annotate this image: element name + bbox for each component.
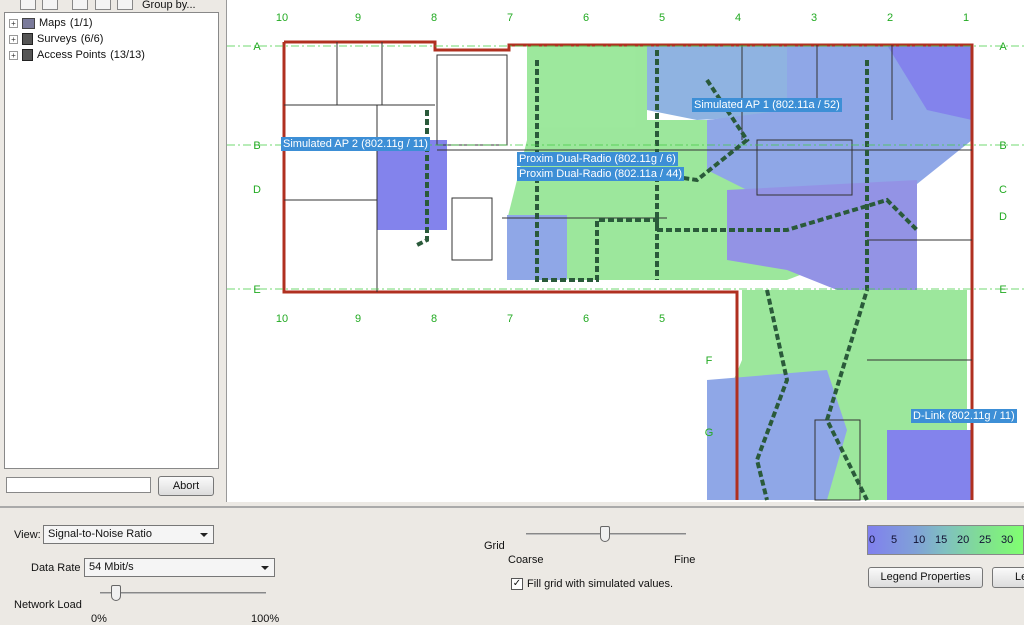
legend-tick: 20 bbox=[957, 534, 970, 546]
view-select[interactable]: Signal-to-Noise Ratio bbox=[43, 525, 214, 544]
ap-label[interactable]: D-Link (802.11g / 11) bbox=[911, 409, 1017, 423]
legend-tick: 25 bbox=[979, 534, 992, 546]
grid-axis-label: 7 bbox=[507, 12, 513, 24]
ap-label[interactable]: Proxim Dual-Radio (802.11g / 6) bbox=[517, 152, 678, 166]
grid-axis-label: 6 bbox=[583, 313, 589, 325]
grid-axis-label: 9 bbox=[355, 12, 361, 24]
grid-fine-label: Fine bbox=[674, 554, 696, 566]
tree-item-maps[interactable]: + Maps (1/1) bbox=[9, 15, 93, 31]
folder-icon bbox=[22, 17, 35, 29]
grid-axis-label: 2 bbox=[887, 12, 893, 24]
legend-tick: 10 bbox=[913, 534, 926, 546]
grid-axis-label: 1 bbox=[963, 12, 969, 24]
ap-label[interactable]: Proxim Dual-Radio (802.11a / 44) bbox=[517, 167, 685, 181]
fill-grid-label: Fill grid with simulated values. bbox=[527, 578, 674, 590]
ap-label[interactable]: Simulated AP 2 (802.11g / 11) bbox=[281, 137, 430, 151]
legend-tick: 5 bbox=[891, 534, 898, 546]
tree-item-access-points[interactable]: + Access Points (13/13) bbox=[9, 47, 145, 63]
grid-axis-label: E bbox=[253, 284, 260, 296]
grid-axis-label: E bbox=[999, 284, 1006, 296]
slider-min-label: 0% bbox=[91, 613, 107, 625]
heatmap bbox=[377, 45, 972, 500]
grid-axis-label: D bbox=[253, 184, 261, 196]
legend-properties-button[interactable]: Legend Properties bbox=[868, 567, 983, 588]
grid-coarse-label: Coarse bbox=[508, 554, 544, 566]
legend-tick: 0 bbox=[869, 534, 876, 546]
grid-axis-label: G bbox=[705, 427, 714, 439]
color-legend: 0 5 10 15 20 25 30 bbox=[867, 525, 1024, 555]
collapse-icon[interactable] bbox=[42, 0, 58, 10]
grid-axis-label: D bbox=[999, 211, 1007, 223]
grid-axis-label: A bbox=[999, 41, 1007, 53]
expand-icon[interactable]: + bbox=[9, 34, 18, 44]
expand-icon[interactable]: + bbox=[9, 50, 18, 60]
tree-tool-icon[interactable] bbox=[72, 0, 88, 10]
progress-bar bbox=[6, 477, 151, 493]
grid-slider-thumb[interactable] bbox=[600, 526, 610, 542]
network-load-label: Network Load bbox=[14, 599, 82, 611]
grid-axis-label: 5 bbox=[659, 12, 665, 24]
grid-axis-label: 9 bbox=[355, 313, 361, 325]
grid-axis-label: B bbox=[999, 140, 1006, 152]
floor-plan: 10 10 9 9 8 8 7 7 6 6 5 5 4 3 2 1 A B D E A B C D E F G bbox=[227, 12, 1024, 501]
grid-axis-label: 4 bbox=[735, 12, 741, 24]
slider-max-label: 100% bbox=[251, 613, 280, 625]
tree-tool-icon[interactable] bbox=[95, 0, 111, 10]
tree-tool-icon[interactable] bbox=[117, 0, 133, 10]
abort-button[interactable]: Abort bbox=[158, 476, 214, 496]
grid-axis-label: F bbox=[706, 355, 713, 367]
left-panel: Group by... + Maps (1/1) + Surveys (6/6) + Ac… bbox=[0, 0, 226, 502]
grid-axis-label: 3 bbox=[811, 12, 817, 24]
chevron-down-icon bbox=[200, 533, 208, 537]
grid-axis-label: 6 bbox=[583, 12, 589, 24]
view-label: View: bbox=[14, 529, 41, 541]
tree-toolbar: Group by... bbox=[0, 0, 226, 12]
network-load-slider-thumb[interactable] bbox=[111, 585, 121, 601]
ap-label[interactable]: Simulated AP 1 (802.11a / 52) bbox=[692, 98, 842, 112]
tree-item-surveys[interactable]: + Surveys (6/6) bbox=[9, 31, 103, 47]
legend-tick: 30 bbox=[1001, 534, 1014, 546]
network-load-slider[interactable] bbox=[100, 592, 266, 594]
bottom-panel: View: Signal-to-Noise Ratio Data Rate 54… bbox=[0, 506, 1024, 625]
chevron-down-icon bbox=[261, 566, 269, 570]
grid-axis-label: 7 bbox=[507, 313, 513, 325]
access-point-icon bbox=[22, 49, 33, 61]
expand-icon[interactable]: + bbox=[9, 18, 18, 28]
grid-axis-label: 10 bbox=[276, 12, 288, 24]
survey-icon bbox=[22, 33, 33, 45]
fill-grid-checkbox[interactable]: ✓ bbox=[511, 578, 523, 590]
expand-icon[interactable] bbox=[20, 0, 36, 10]
grid-axis-label: 5 bbox=[659, 313, 665, 325]
data-rate-select[interactable]: 54 Mbit/s bbox=[84, 558, 275, 577]
grid-axis-label: A bbox=[253, 41, 261, 53]
grid-axis-label: 10 bbox=[276, 313, 288, 325]
project-tree[interactable]: + Maps (1/1) + Surveys (6/6) + Access Points(… bbox=[4, 12, 219, 469]
grid-axis-label: C bbox=[999, 184, 1007, 196]
grid-axis-label: 8 bbox=[431, 313, 437, 325]
floor-plan-map[interactable]: 10 10 9 9 8 8 7 7 6 6 5 5 4 3 2 1 A B D E A B C D E F G Simulated … bbox=[226, 0, 1024, 502]
data-rate-label: Data Rate bbox=[31, 562, 81, 574]
legend-tick: 15 bbox=[935, 534, 948, 546]
legend-button[interactable]: Le bbox=[992, 567, 1024, 588]
grid-label: Grid bbox=[484, 540, 505, 552]
grid-axis-label: 8 bbox=[431, 12, 437, 24]
grid-axis-label: B bbox=[253, 140, 260, 152]
group-by-button[interactable]: Group by... bbox=[140, 0, 198, 11]
